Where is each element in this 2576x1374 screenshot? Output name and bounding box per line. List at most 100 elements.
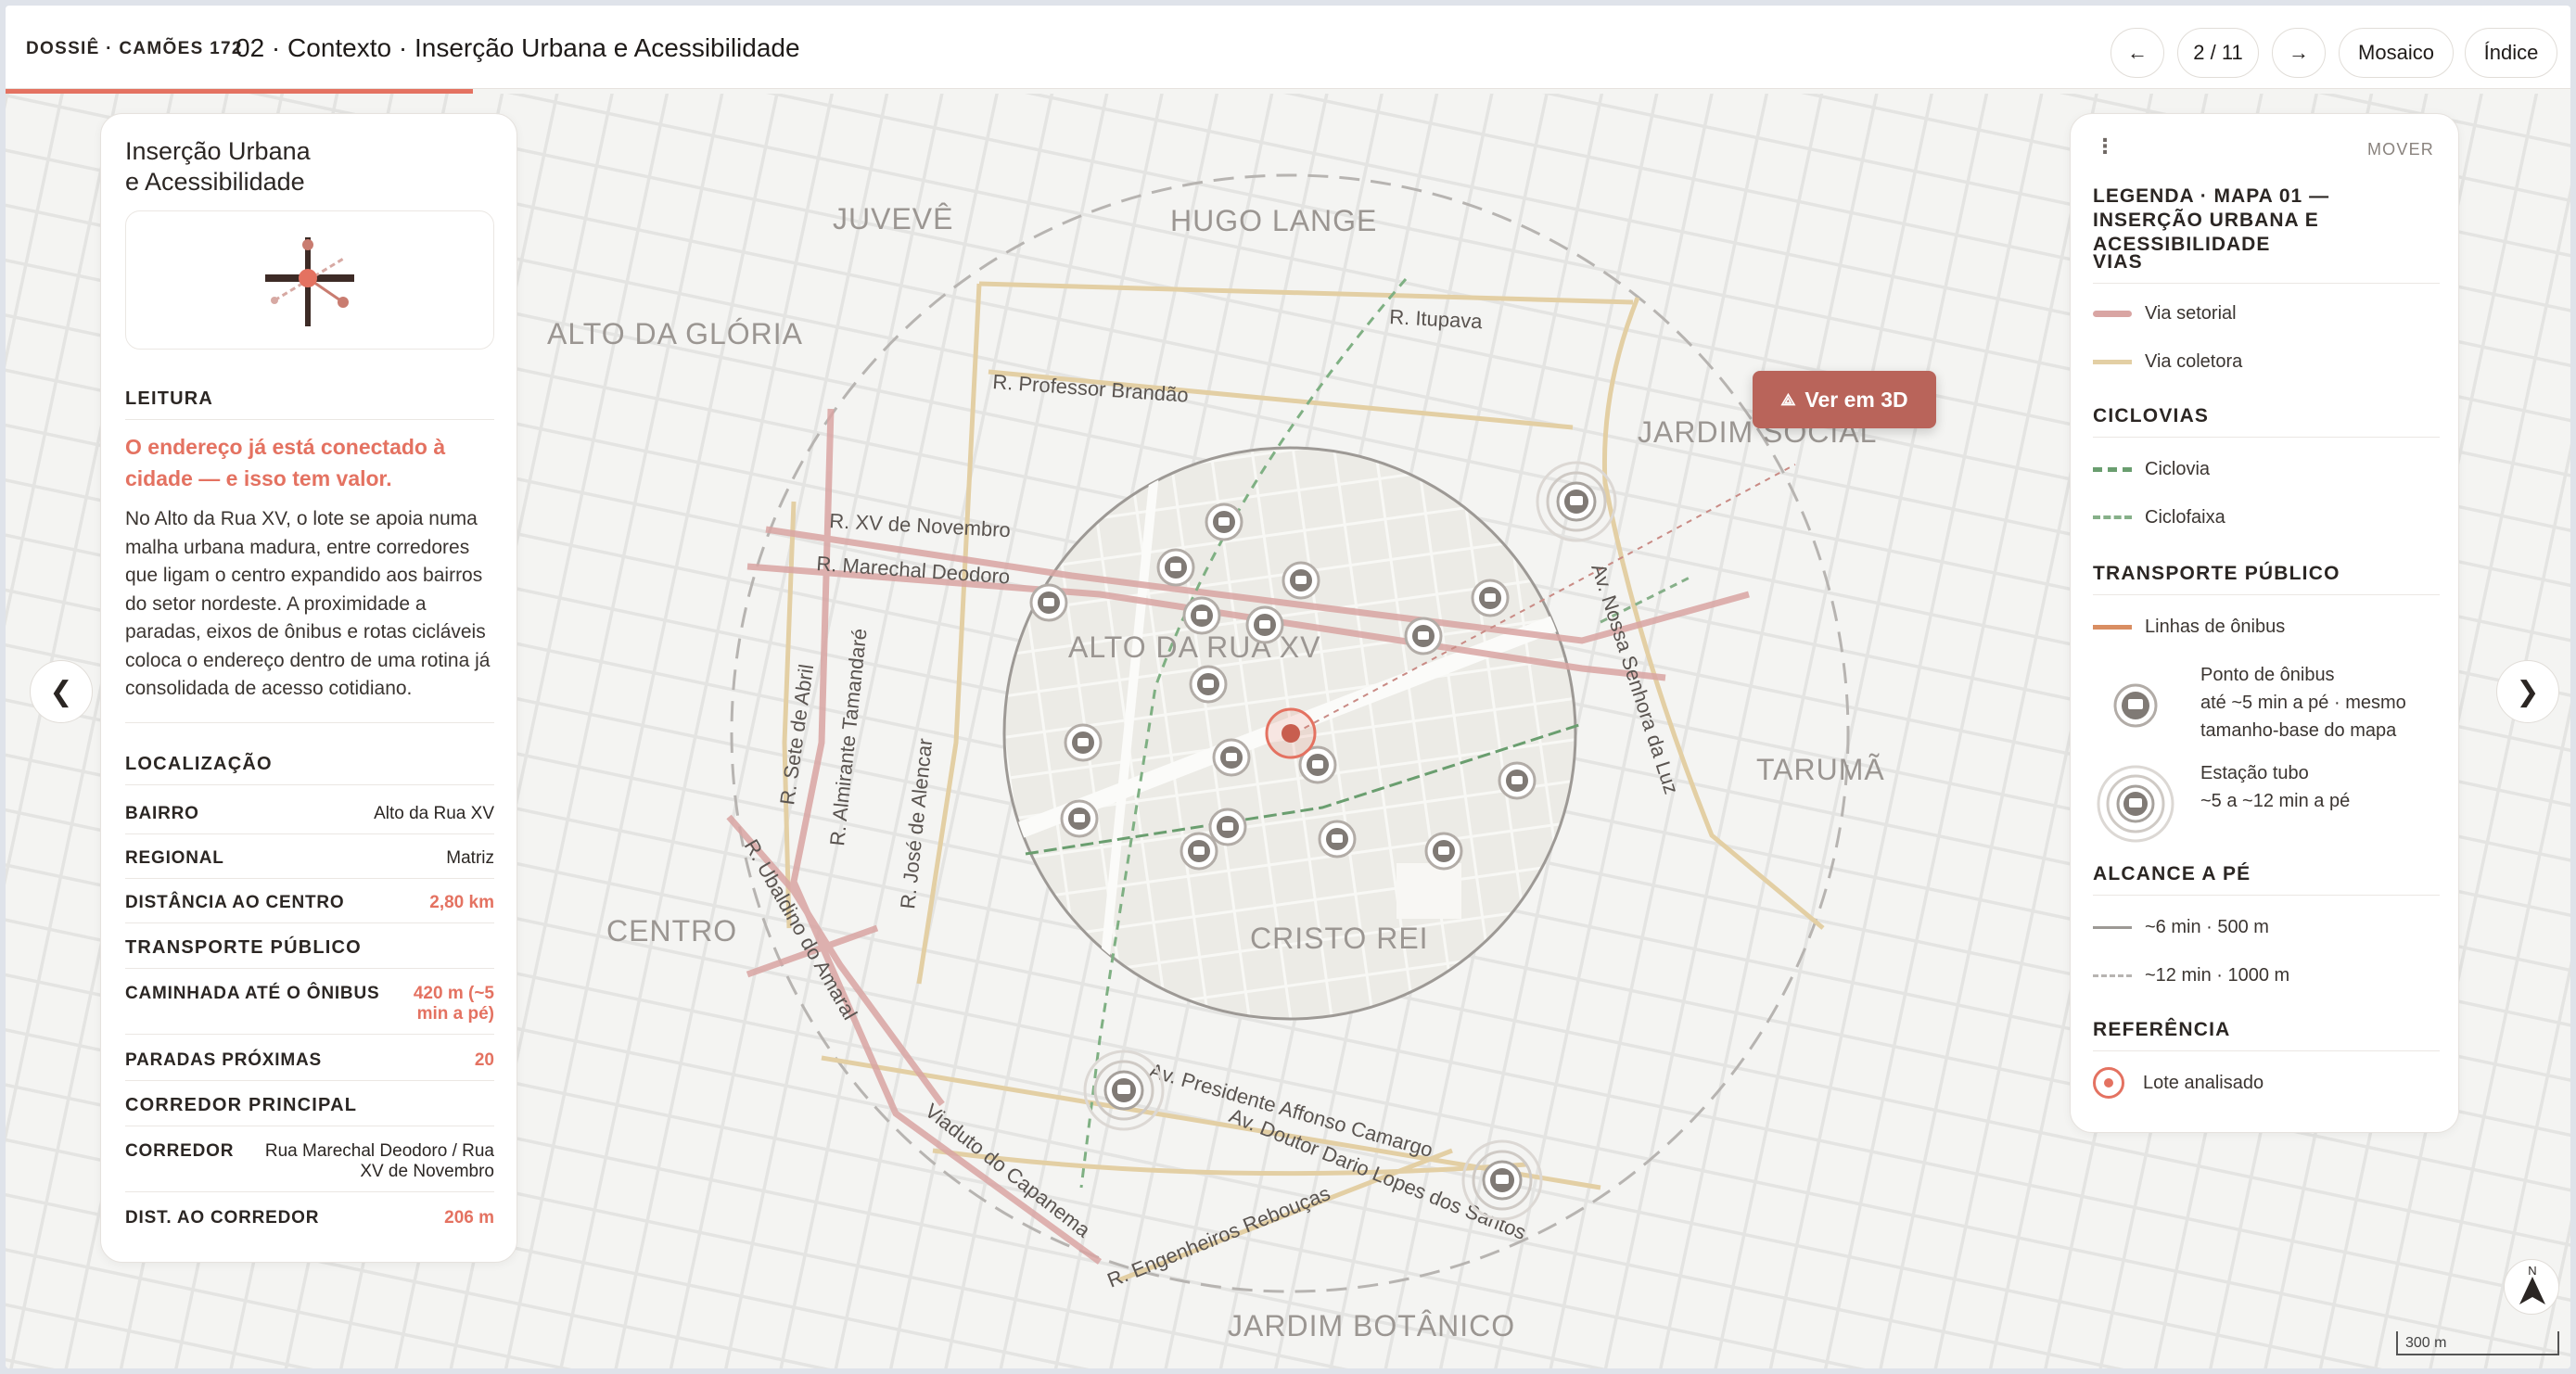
- legend-lote: Lote analisado: [2093, 1067, 2445, 1099]
- corridor-heading: CORREDOR PRINCIPAL: [125, 1095, 494, 1126]
- bus-stop-icon: [1471, 579, 1510, 617]
- street-itupava: R. Itupava: [1389, 305, 1484, 333]
- bus-stop-icon: [2111, 681, 2160, 730]
- distance-label: DISTÂNCIA AO CENTRO: [125, 893, 345, 912]
- ciclovia-swatch: [2093, 466, 2132, 472]
- walk-6min-label: ~6 min · 500 m: [2145, 916, 2269, 937]
- bus-stop-line2: até ~5 min a pé · mesmo: [2200, 693, 2406, 713]
- stops-row: PARADAS PRÓXIMAS 20: [125, 1050, 494, 1081]
- legend-walk-6min: ~6 min · 500 m: [2093, 913, 2445, 941]
- ciclovia-label: Ciclovia: [2145, 458, 2211, 479]
- view-3d-label: Ver em 3D: [1804, 387, 1908, 412]
- label-alto-rua-xv: ALTO DA RUA XV: [1068, 630, 1320, 664]
- legend-walk-heading: ALCANCE A PÉ: [2093, 863, 2440, 896]
- walk-row: CAMINHADA ATÉ O ÔNIBUS 420 m (~5 min a p…: [125, 984, 494, 1035]
- bus-stop-icon: [1205, 503, 1243, 541]
- bus-stop-icon: [1208, 808, 1247, 846]
- label-taruma: TARUMÃ: [1756, 753, 1885, 786]
- walk-12min-swatch: [2093, 973, 2132, 977]
- legend-walk-12min: ~12 min · 1000 m: [2093, 961, 2445, 989]
- bus-stop-icon: [1404, 617, 1443, 655]
- analysed-lot-marker: [1265, 707, 1317, 759]
- bus-stop-icon: [1498, 761, 1537, 800]
- walk-6min-swatch: [2093, 925, 2132, 929]
- bus-stop-icon: [1156, 548, 1195, 587]
- scale-bar: 300 m: [2396, 1331, 2559, 1355]
- tube-station-description: Estação tubo ~5 a ~12 min a pé: [2200, 759, 2350, 815]
- legend-panel: ⋮ MOVER LEGENDA · MAPA 01 — INSERÇÃO URB…: [2070, 113, 2459, 1133]
- panel-title-line1: Inserção Urbana: [125, 137, 311, 165]
- location-heading: LOCALIZAÇÃO: [125, 754, 494, 785]
- corridor-value: Rua Marechal Deodoro / Rua XV de Novembr…: [264, 1141, 494, 1181]
- next-page-button[interactable]: →: [2272, 28, 2326, 78]
- move-handle[interactable]: MOVER: [2367, 140, 2434, 159]
- compass-n-label: N: [2528, 1264, 2536, 1278]
- bus-lines-label: Linhas de ônibus: [2145, 616, 2286, 637]
- panel-title-line2: e Acessibilidade: [125, 168, 305, 196]
- tube-station-line2: ~5 a ~12 min a pé: [2200, 791, 2351, 811]
- map-thumbnail: [125, 210, 494, 350]
- reading-heading: LEITURA: [125, 388, 494, 420]
- regional-row: REGIONAL Matriz: [125, 848, 494, 879]
- tube-station-legend-icon: [2095, 763, 2176, 845]
- legend-ciclovias-heading: CICLOVIAS: [2093, 405, 2440, 438]
- prev-page-button[interactable]: ←: [2111, 28, 2164, 78]
- legend-vias-heading: VIAS: [2093, 251, 2440, 284]
- walk-value: 420 m (~5 min a pé): [413, 984, 494, 1024]
- legend-bus-lines: Linhas de ônibus: [2093, 613, 2445, 641]
- regional-value: Matriz: [446, 848, 494, 868]
- bus-stop-icon: [1212, 738, 1251, 777]
- panel-title: Inserção Urbana e Acessibilidade: [125, 136, 311, 197]
- legend-ciclofaixa: Ciclofaixa: [2093, 503, 2445, 531]
- lote-label: Lote analisado: [2143, 1072, 2264, 1093]
- ciclofaixa-label: Ciclofaixa: [2145, 506, 2225, 528]
- page-title: 02 · Contexto · Inserção Urbana e Acessi…: [236, 33, 800, 62]
- legend-ciclovia: Ciclovia: [2093, 455, 2445, 483]
- label-alto-gloria: ALTO DA GLÓRIA: [547, 317, 803, 350]
- tube-station-line1: Estação tubo: [2200, 763, 2309, 783]
- previous-slide-arrow[interactable]: ❮: [30, 660, 93, 723]
- legend-title: LEGENDA · MAPA 01 — INSERÇÃO URBANA E AC…: [2093, 185, 2330, 255]
- bus-stop-line3: tamanho-base do mapa: [2200, 720, 2397, 741]
- distance-row: DISTÂNCIA AO CENTRO 2,80 km: [125, 893, 494, 923]
- bus-stop-description: Ponto de ônibus até ~5 min a pé · mesmo …: [2200, 661, 2406, 744]
- index-button[interactable]: Índice: [2465, 28, 2557, 78]
- via-coletora-label: Via coletora: [2145, 350, 2243, 372]
- info-panel: Inserção Urbana e Acessibilidade LEITURA…: [100, 113, 517, 1263]
- regional-label: REGIONAL: [125, 848, 224, 868]
- next-slide-arrow[interactable]: ❯: [2496, 660, 2559, 723]
- app-frame: DOSSIÊ · CAMÕES 172 02 · Contexto · Inse…: [6, 6, 2570, 1368]
- bus-stop-icon: [1424, 832, 1463, 871]
- bus-stop-line1: Ponto de ônibus: [2200, 665, 2335, 685]
- walk-label: CAMINHADA ATÉ O ÔNIBUS: [125, 984, 380, 1003]
- via-setorial-swatch: [2093, 310, 2132, 317]
- bus-stop-icon: [1182, 596, 1221, 635]
- reading-paragraph: No Alto da Rua XV, o lote se apoia numa …: [125, 508, 491, 699]
- more-vertical-icon[interactable]: ⋮: [2095, 134, 2115, 159]
- label-jardim-botanico: JARDIM BOTÂNICO: [1228, 1309, 1515, 1342]
- divider: [125, 722, 494, 723]
- distance-value: 2,80 km: [429, 893, 494, 912]
- transport-heading: TRANSPORTE PÚBLICO: [125, 937, 494, 969]
- label-hugo-lange: HUGO LANGE: [1170, 204, 1377, 237]
- bairro-label: BAIRRO: [125, 804, 199, 823]
- compass-icon[interactable]: N: [2504, 1259, 2559, 1315]
- legend-via-setorial: Via setorial: [2093, 299, 2445, 327]
- bus-stop-icon: [1318, 820, 1357, 859]
- bus-stop-icon: [1245, 605, 1284, 644]
- corridor-distance-label: DIST. AO CORREDOR: [125, 1208, 320, 1228]
- bus-stop-icon: [1060, 799, 1099, 838]
- bus-stop-icon: [1180, 832, 1218, 871]
- bus-stop-icon: [1282, 561, 1320, 600]
- top-bar: DOSSIÊ · CAMÕES 172 02 · Contexto · Inse…: [6, 6, 2570, 89]
- reading-headline: O endereço já está conectado à cidade — …: [125, 435, 446, 490]
- mosaic-button[interactable]: Mosaico: [2339, 28, 2454, 78]
- ciclofaixa-swatch: [2093, 515, 2132, 519]
- stops-value: 20: [474, 1050, 494, 1070]
- legend-via-coletora: Via coletora: [2093, 348, 2445, 375]
- view-3d-button[interactable]: ⟁ Ver em 3D: [1753, 371, 1936, 428]
- bus-stop-icon: [1189, 665, 1228, 704]
- crossroads-icon: [265, 237, 354, 326]
- brand-label: DOSSIÊ · CAMÕES 172: [26, 39, 243, 58]
- legend-reference-heading: REFERÊNCIA: [2093, 1019, 2440, 1051]
